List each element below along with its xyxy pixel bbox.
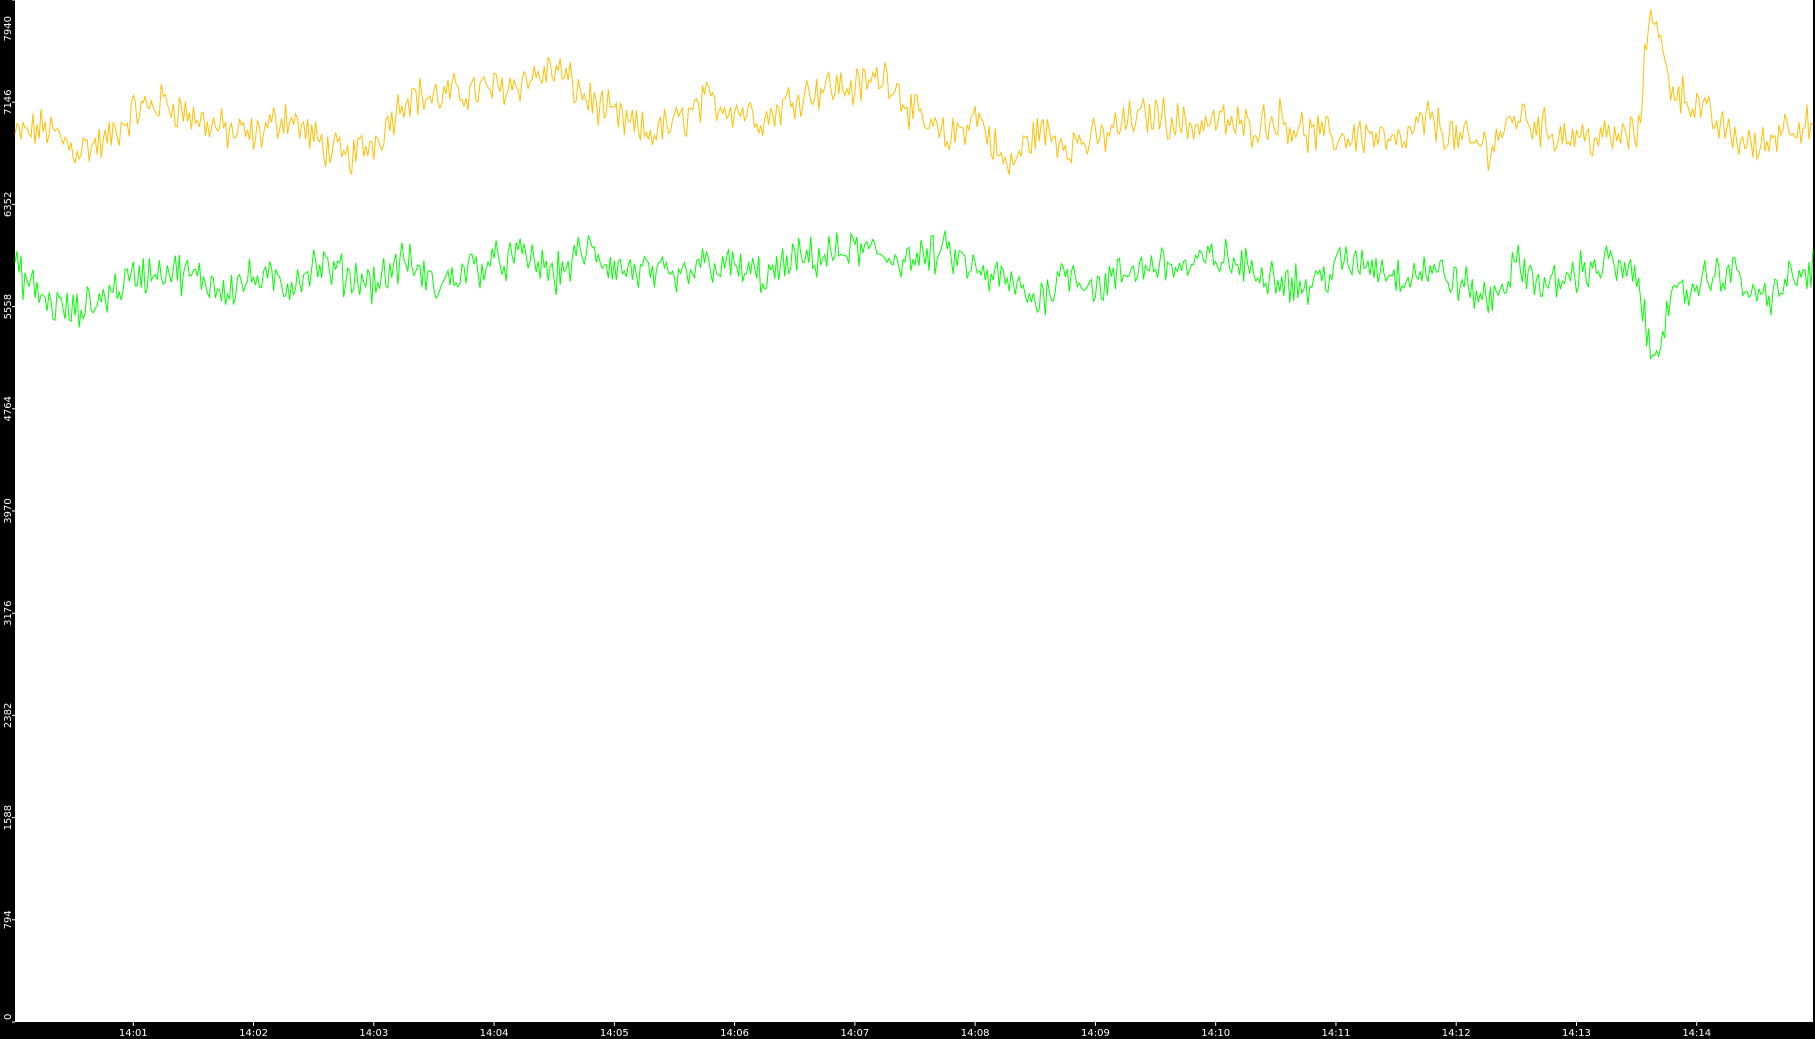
x-tick-label: 14:09 <box>1081 1028 1110 1039</box>
y-tick-label: 0 <box>3 1014 14 1020</box>
y-axis: 0 794 1588 2382 3176 3970 4764 5558 6352 7146 7940 <box>3 0 15 1023</box>
y-tick-label: 794 <box>3 910 14 929</box>
plot-area <box>15 0 1813 1022</box>
x-tick-label: 14:14 <box>1682 1028 1711 1039</box>
y-tick-label: 6352 <box>3 192 14 217</box>
x-tick-label: 14:11 <box>1322 1028 1351 1039</box>
x-tick-label: 14:13 <box>1562 1028 1591 1039</box>
line-chart: 0 794 1588 2382 3176 3970 4764 5558 6352 7146 7940… <box>3 0 1814 1039</box>
x-tick-label: 14:05 <box>600 1028 629 1039</box>
x-tick-label: 14:10 <box>1201 1028 1230 1039</box>
y-tick-label: 2382 <box>3 703 14 728</box>
x-tick-label: 14:06 <box>720 1028 749 1039</box>
x-tick-label: 14:01 <box>119 1028 148 1039</box>
y-tick-label: 4764 <box>3 396 14 421</box>
y-tick-label: 7940 <box>3 16 14 41</box>
x-tick-label: 14:04 <box>480 1028 509 1039</box>
x-tick-label: 14:08 <box>961 1028 990 1039</box>
y-tick-label: 7146 <box>3 89 14 114</box>
y-tick-label: 3970 <box>3 498 14 523</box>
x-axis: 14:01 14:02 14:03 14:04 14:05 14:06 14:07 14:08… <box>119 1022 1711 1039</box>
x-tick-label: 14:07 <box>840 1028 869 1039</box>
y-tick-label: 1588 <box>3 805 14 830</box>
y-tick-label: 3176 <box>3 600 14 625</box>
x-tick-label: 14:03 <box>359 1028 388 1039</box>
x-tick-label: 14:12 <box>1442 1028 1471 1039</box>
y-tick-label: 5558 <box>3 294 14 319</box>
x-tick-label: 14:02 <box>239 1028 268 1039</box>
